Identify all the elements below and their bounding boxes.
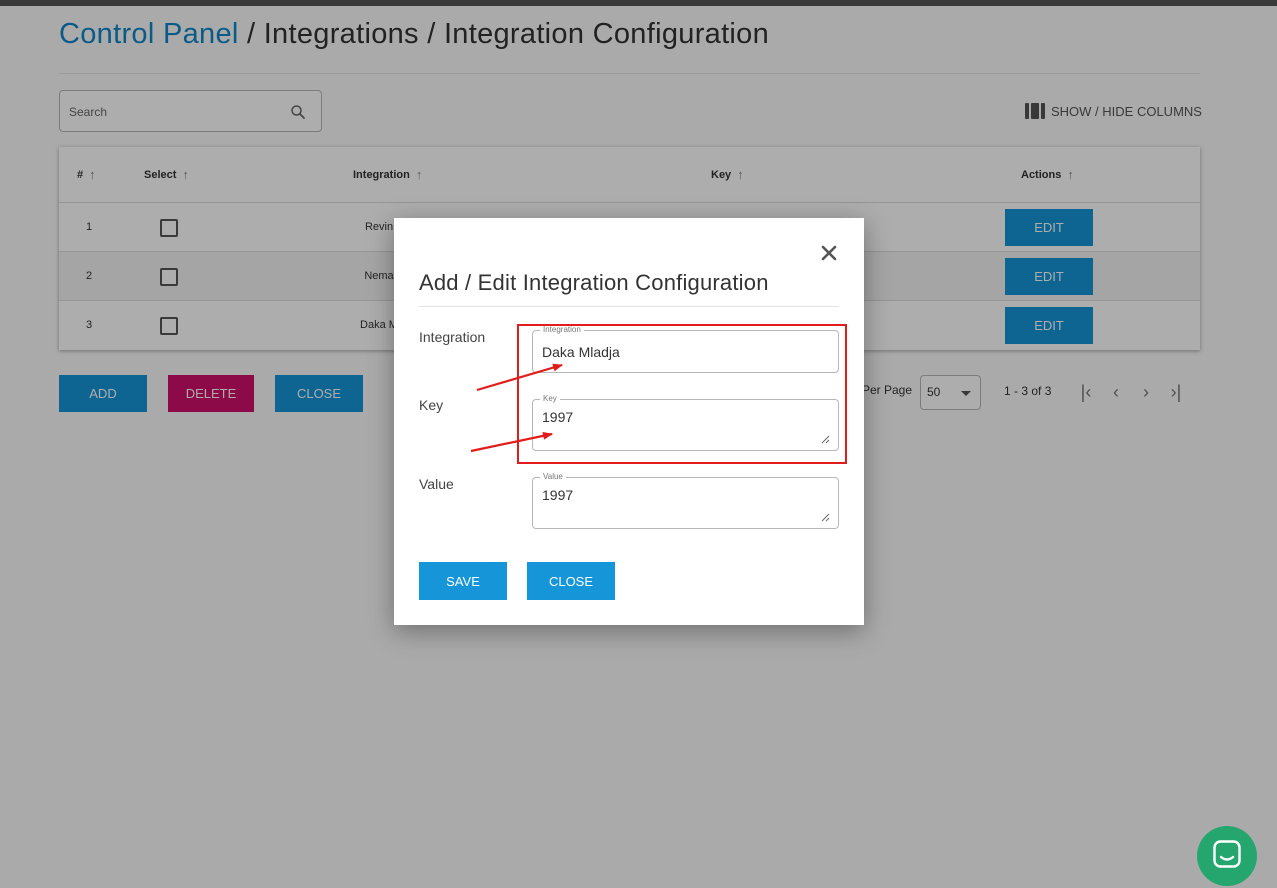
value-field-legend: Value bbox=[540, 472, 566, 482]
chat-launcher-button[interactable] bbox=[1197, 826, 1257, 886]
close-icon[interactable] bbox=[820, 244, 838, 262]
dialog-close-button[interactable]: CLOSE bbox=[527, 562, 615, 600]
resize-handle-icon[interactable] bbox=[821, 513, 830, 522]
value-textarea[interactable]: Value 1997 bbox=[532, 472, 839, 529]
dialog-title-divider bbox=[419, 306, 839, 307]
chat-icon bbox=[1213, 840, 1241, 868]
integration-label: Integration bbox=[419, 329, 486, 345]
save-button[interactable]: SAVE bbox=[419, 562, 507, 600]
value-label: Value bbox=[419, 476, 454, 492]
top-bar bbox=[0, 0, 1277, 6]
key-label: Key bbox=[419, 397, 444, 413]
value-field-value: 1997 bbox=[542, 487, 574, 503]
dialog-title: Add / Edit Integration Configuration bbox=[419, 270, 769, 295]
annotation-highlight-box bbox=[517, 324, 847, 464]
